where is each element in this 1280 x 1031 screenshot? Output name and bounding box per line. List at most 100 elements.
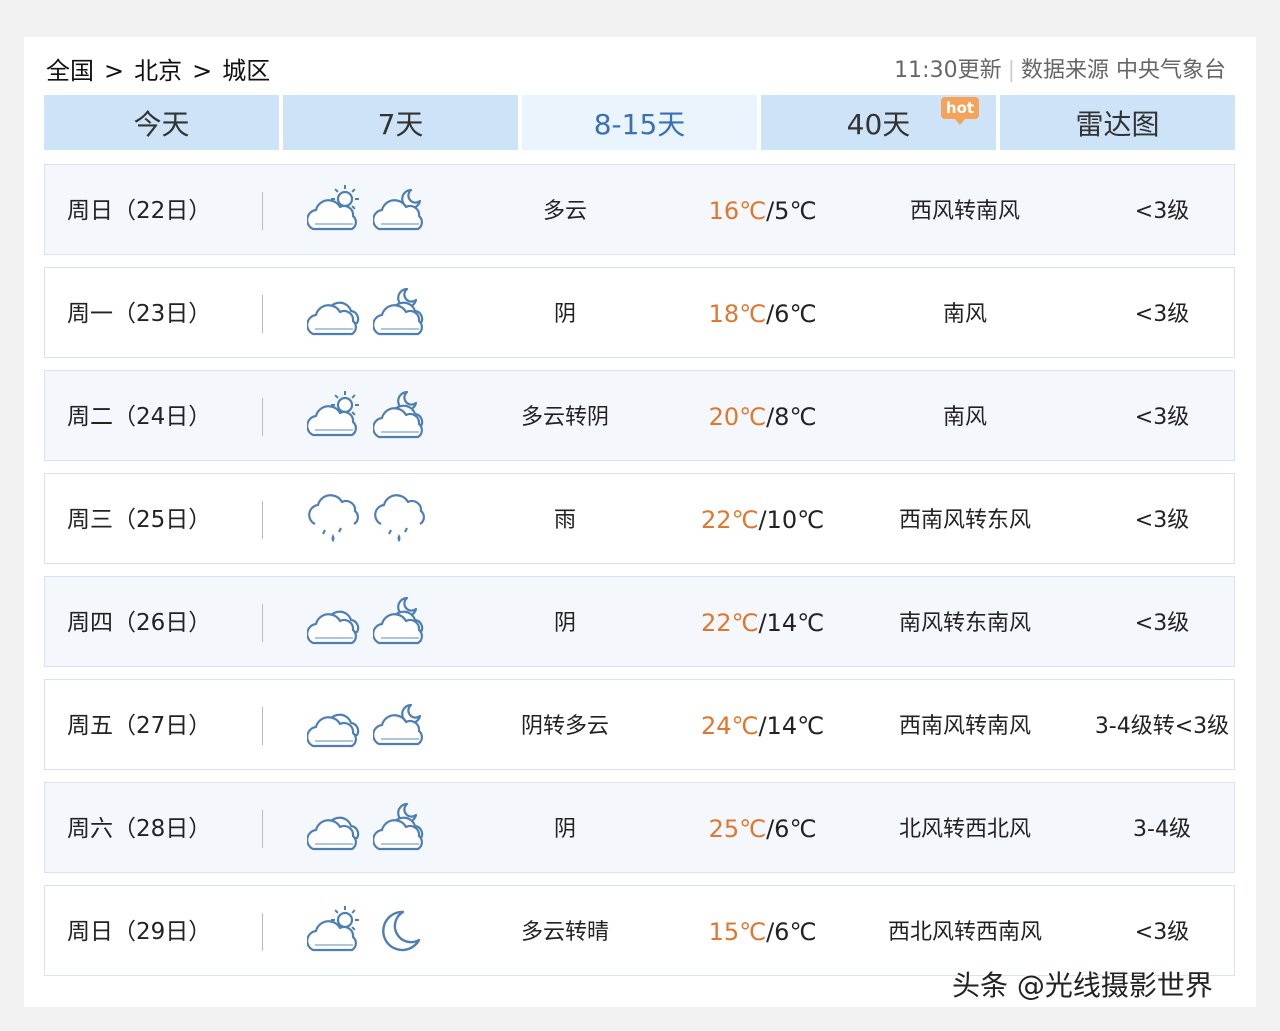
weather-icons [307, 700, 427, 752]
wind-level: 3-4级转<3级 [1094, 714, 1230, 739]
weather-description: 阴 [553, 611, 576, 636]
wind-level: <3级 [1134, 611, 1190, 636]
wind-direction: 南风 [942, 302, 987, 327]
forecast-row[interactable]: 周四（26日） 阴 22℃/14℃ 南风转东南风 <3级 [44, 576, 1235, 667]
wind-level: <3级 [1134, 405, 1190, 430]
update-time: 11:30更新 [894, 58, 1002, 83]
weather-description: 多云转阴 [520, 405, 609, 430]
meta-divider: | [1007, 58, 1015, 83]
high-temp: 22℃ [700, 609, 759, 637]
weather-icons [307, 494, 427, 546]
wind-direction: 西风转南风 [909, 199, 1020, 224]
high-temp: 15℃ [708, 918, 767, 946]
wind-direction: 西南风转南风 [898, 714, 1031, 739]
tab-label: 7天 [377, 108, 424, 141]
weather-panel: 全国 > 北京 > 城区 11:30更新 | 数据来源 中央气象台 今天 7天 8-15天 … [24, 37, 1256, 1007]
low-temp: 6℃ [774, 300, 817, 328]
forecast-row[interactable]: 周三（25日） 雨 22℃/10℃ 西南风转东风 <3级 [44, 473, 1235, 564]
low-temp: 8℃ [774, 403, 817, 431]
temp-separator: / [766, 815, 775, 843]
temperature-range: 15℃/6℃ [665, 886, 860, 977]
temperature-range: 22℃/14℃ [665, 577, 860, 668]
tab-label: 雷达图 [1075, 108, 1160, 141]
forecast-tabs: 今天 7天 8-15天 40天 hot 雷达图 [44, 95, 1235, 150]
row-divider [262, 707, 263, 745]
weather-icons [307, 597, 427, 649]
partly-cloudy-sun-icon [307, 906, 359, 952]
day-label: 周一（23日） [67, 301, 212, 327]
temperature-range: 24℃/14℃ [665, 680, 860, 771]
day-label: 周三（25日） [67, 507, 212, 533]
high-temp: 22℃ [700, 506, 759, 534]
tab-today[interactable]: 今天 [44, 95, 279, 150]
breadcrumb-separator: > [104, 57, 125, 85]
overcast-moon-icon [373, 597, 424, 645]
low-temp: 6℃ [774, 815, 817, 843]
tab-radar[interactable]: 雷达图 [1000, 95, 1235, 150]
overcast-icon [307, 816, 360, 851]
wind-direction: 西南风转东风 [898, 508, 1031, 533]
temperature-range: 22℃/10℃ [665, 474, 860, 565]
day-label: 周六（28日） [67, 816, 212, 842]
wind-direction: 南风 [942, 405, 987, 430]
hot-badge: hot [941, 97, 979, 125]
row-divider [262, 398, 263, 436]
high-temp: 20℃ [708, 403, 767, 431]
temp-separator: / [766, 918, 775, 946]
wind-direction: 南风转东南风 [898, 611, 1031, 636]
forecast-row[interactable]: 周六（28日） 阴 25℃/6℃ 北风转西北风 3-4级 [44, 782, 1235, 873]
temp-separator: / [766, 300, 775, 328]
weather-description: 阴转多云 [520, 714, 609, 739]
low-temp: 14℃ [766, 609, 825, 637]
temperature-range: 18℃/6℃ [665, 268, 860, 359]
forecast-row[interactable]: 周二（24日） 多云转阴 20℃/8℃ 南风 <3级 [44, 370, 1235, 461]
weather-icons [307, 906, 427, 958]
forecast-row[interactable]: 周日（29日） 多云转晴 15℃/6℃ 西北风转西南风 <3级 [44, 885, 1235, 976]
low-temp: 10℃ [766, 506, 825, 534]
forecast-row[interactable]: 周五（27日） 阴转多云 24℃/14℃ 西南风转南风 3-4级转<3级 [44, 679, 1235, 770]
partly-cloudy-sun-icon [307, 391, 359, 437]
temperature-range: 20℃/8℃ [665, 371, 860, 462]
breadcrumb-city[interactable]: 北京 [134, 53, 182, 89]
tab-label: 8-15天 [593, 108, 686, 141]
breadcrumb-separator: > [192, 57, 213, 85]
weather-icons [307, 803, 427, 855]
row-divider [262, 192, 263, 230]
weather-icons [307, 391, 427, 443]
day-label: 周日（29日） [67, 919, 212, 945]
forecast-row[interactable]: 周一（23日） 阴 18℃/6℃ 南风 <3级 [44, 267, 1235, 358]
row-divider [262, 810, 263, 848]
high-temp: 25℃ [708, 815, 767, 843]
low-temp: 14℃ [766, 712, 825, 740]
day-label: 周二（24日） [67, 404, 212, 430]
tab-40-days[interactable]: 40天 hot [761, 95, 996, 150]
temp-separator: / [758, 609, 767, 637]
weather-description: 多云转晴 [520, 920, 609, 945]
weather-icons [307, 185, 427, 237]
wind-level: <3级 [1134, 199, 1190, 224]
forecast-row[interactable]: 周日（22日） 多云 16℃/5℃ 西风转南风 <3级 [44, 164, 1235, 255]
row-divider [262, 295, 263, 333]
tab-label: 今天 [133, 108, 190, 141]
watermark: 头条 @光线摄影世界 [952, 969, 1213, 1002]
temp-separator: / [766, 197, 775, 225]
temp-separator: / [758, 506, 767, 534]
low-temp: 5℃ [774, 197, 817, 225]
high-temp: 16℃ [708, 197, 767, 225]
weather-description: 雨 [553, 508, 576, 533]
wind-direction: 北风转西北风 [898, 817, 1031, 842]
breadcrumb-district[interactable]: 城区 [222, 53, 270, 89]
breadcrumb-country[interactable]: 全国 [46, 53, 94, 89]
temperature-range: 25℃/6℃ [665, 783, 860, 874]
tab-7-days[interactable]: 7天 [283, 95, 518, 150]
forecast-list: 周日（22日） 多云 16℃/5℃ 西风转南风 <3级 周一（23日）阴 18℃/6℃ 南风 <… [44, 164, 1235, 988]
overcast-moon-icon [373, 803, 424, 851]
data-source: 数据来源 中央气象台 [1021, 58, 1226, 83]
high-temp: 18℃ [708, 300, 767, 328]
row-divider [262, 913, 263, 951]
wind-level: 3-4级 [1133, 817, 1191, 842]
temp-separator: / [766, 403, 775, 431]
day-label: 周四（26日） [67, 610, 212, 636]
tab-8-15-days[interactable]: 8-15天 [522, 95, 757, 150]
temp-separator: / [758, 712, 767, 740]
